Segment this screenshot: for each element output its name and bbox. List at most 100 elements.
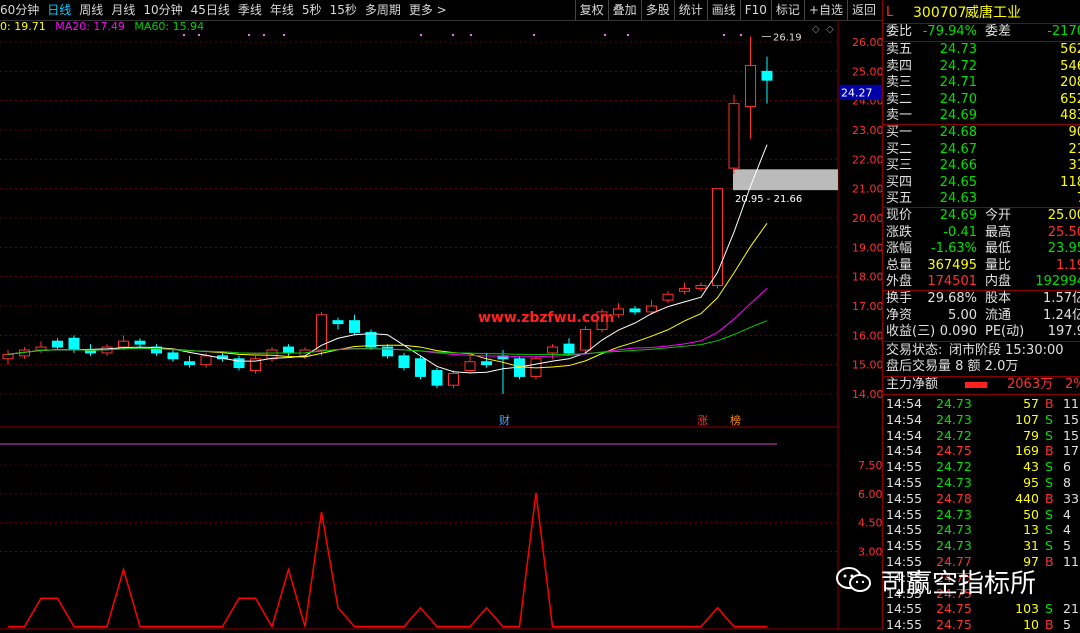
tick-qty: 95 (1023, 475, 1039, 490)
ask-volume: 208 (1060, 75, 1080, 90)
stats-label-2: 流通 (985, 307, 1012, 323)
tick-qty: 43 (1023, 459, 1039, 475)
candle-body (448, 372, 459, 386)
tick-count: 11 (1063, 554, 1079, 569)
event-label: 财 (499, 413, 510, 427)
tool-button-4[interactable]: 画线 (706, 0, 740, 20)
webi-value: -79.94% (922, 24, 977, 39)
candle-body (332, 320, 344, 325)
tool-button-6[interactable]: 标记 (770, 0, 804, 20)
period-tab-11[interactable]: 更多 > (409, 0, 447, 20)
quote-value-2: 25.00 (1047, 208, 1080, 223)
stock-header: L 300707 威唐工业 (883, 3, 1080, 23)
period-tab-7[interactable]: 年线 (270, 0, 294, 20)
event-label: 榜 (730, 413, 741, 427)
bid-label: 买二 (886, 141, 913, 157)
price-tick-label: 22.00 (852, 153, 882, 166)
tool-button-3[interactable]: 统计 (673, 0, 707, 20)
tick-side: B (1045, 554, 1054, 569)
ma-line-ma10 (7, 144, 768, 374)
stats-label-2: PE(动) (985, 324, 1025, 339)
tick-row: 14:54 24.73 57 B 11 (883, 396, 1080, 412)
indicator-tick-label: 6.00 (858, 488, 882, 501)
candle-body (464, 361, 476, 372)
tick-price: 24.78 (936, 490, 972, 506)
main-force-label: 主力净额 (886, 377, 939, 392)
candle-body (365, 331, 377, 348)
ask-volume: 546 (1060, 58, 1080, 74)
ask-row: 卖四 24.72 546 (883, 59, 1080, 76)
candle-body (167, 352, 179, 360)
quote-panel: L 300707 威唐工业 委比 -79.94% 委差 -2170 卖五 24.7… (882, 0, 1080, 633)
quote-value-2: 25.50 (1047, 224, 1080, 240)
period-tab-2[interactable]: 周线 (79, 0, 103, 20)
zone-label: 20.95 - 21.66 (735, 194, 802, 205)
event-label: 涨 (697, 414, 708, 427)
tick-side: S (1045, 538, 1053, 554)
tick-row: 14:55 24.73 13 S 4 (883, 522, 1080, 538)
ask-volume: 652 (1060, 91, 1080, 107)
tick-row: 14:55 24.73 95 S 8 (883, 475, 1080, 491)
event-marker-dot (723, 34, 725, 36)
kline-chart[interactable]: 26.0025.0024.0023.0022.0021.0020.0019.00… (0, 20, 882, 630)
ask-row: 卖五 24.73 562 (883, 42, 1080, 59)
period-tab-9[interactable]: 15秒 (330, 0, 357, 20)
price-tick-label: 18.00 (852, 271, 882, 284)
tick-time: 14:54 (886, 396, 923, 411)
quote-value: -1.63% (931, 241, 977, 256)
tool-button-2[interactable]: 多股 (640, 0, 674, 20)
candle-body (415, 358, 426, 377)
tick-side: S (1045, 411, 1053, 427)
period-tab-3[interactable]: 月线 (111, 0, 135, 20)
tick-count: 6 (1063, 459, 1071, 475)
bid-label: 买一 (886, 125, 913, 140)
tool-button-5[interactable]: F10 (739, 0, 771, 20)
tick-time: 14:54 (886, 427, 923, 443)
bid-volume: 118 (1060, 174, 1080, 190)
period-tab-5[interactable]: 45日线 (191, 0, 230, 20)
diamond-icon: ◇ (812, 24, 820, 35)
period-tab-6[interactable]: 季线 (238, 0, 262, 20)
price-tick-label: 16.00 (852, 329, 882, 342)
tick-price: 24.73 (936, 506, 972, 522)
tick-count: 15 (1063, 411, 1079, 427)
quote-value-2: 23.95 (1047, 241, 1080, 256)
candle-body (629, 308, 641, 313)
indicator-tick-label: 4.50 (858, 517, 882, 530)
quote-label-2: 今开 (985, 208, 1012, 223)
event-marker-dot (263, 34, 265, 36)
tick-price: 24.73 (936, 411, 972, 427)
indicator-tick-label: 3.00 (858, 545, 882, 558)
candle-body (134, 340, 146, 345)
tool-button-8[interactable]: 返回 (846, 0, 880, 20)
tick-qty: 57 (1023, 396, 1039, 411)
tick-count: 15 (1063, 427, 1079, 443)
tick-time: 14:55 (886, 475, 923, 490)
tick-count: 5 (1063, 617, 1071, 633)
tick-price: 24.73 (936, 396, 972, 411)
code-prefix: L (886, 5, 894, 20)
period-tabs: 60分钟 日线 周线 月线 10分钟 45日线 季线 年线 5秒 15秒 多周期 更多 > (0, 0, 455, 20)
tool-button-1[interactable]: 叠加 (607, 0, 641, 20)
tool-button-0[interactable]: 复权 (574, 0, 608, 20)
bid-row: 买二 24.67 21 (883, 142, 1080, 159)
quote-row: 现价 24.69 今开 25.00 (883, 208, 1080, 225)
weicha-value: -2170 (1047, 24, 1080, 39)
tick-row: 14:54 24.73 107 S 15 (883, 412, 1080, 428)
price-tick-label: 26.00 (852, 36, 882, 49)
period-tab-10[interactable]: 多周期 (365, 0, 401, 20)
bid-label: 买三 (886, 158, 913, 173)
tick-price: 24.73 (936, 522, 972, 538)
period-tab-0[interactable]: 60分钟 (0, 0, 39, 20)
tick-qty: 103 (1015, 601, 1039, 617)
bid-price: 24.68 (939, 125, 977, 140)
price-tick-label: 25.00 (852, 65, 882, 78)
tool-button-7[interactable]: +自选 (803, 0, 847, 20)
tick-count: 11 (1063, 396, 1079, 411)
period-tab-1[interactable]: 日线 (47, 0, 71, 20)
tick-time: 14:55 (886, 601, 923, 617)
tick-side: S (1045, 506, 1053, 522)
period-tab-8[interactable]: 5秒 (302, 0, 322, 20)
price-tick-label: 20.00 (852, 212, 882, 225)
period-tab-4[interactable]: 10分钟 (143, 0, 182, 20)
